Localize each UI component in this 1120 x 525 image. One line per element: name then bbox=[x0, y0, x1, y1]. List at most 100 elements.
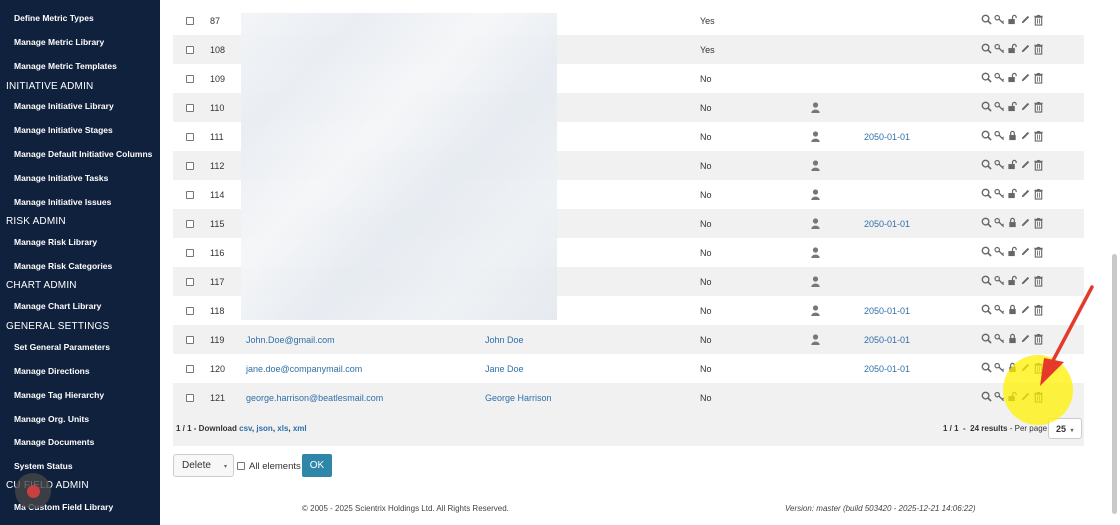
sidebar-item-manage-default-initiative-columns[interactable]: Manage Default Initiative Columns bbox=[14, 149, 152, 159]
sidebar-item-manage-initiative-library[interactable]: Manage Initiative Library bbox=[14, 101, 114, 111]
trash-icon[interactable] bbox=[1033, 217, 1045, 229]
sidebar-item-manage-initiative-tasks[interactable]: Manage Initiative Tasks bbox=[14, 173, 108, 183]
lock-icon[interactable] bbox=[1007, 43, 1019, 55]
row-checkbox[interactable] bbox=[186, 133, 194, 141]
row-checkbox[interactable] bbox=[186, 104, 194, 112]
row-checkbox[interactable] bbox=[186, 307, 194, 315]
edit-icon[interactable] bbox=[1020, 188, 1032, 200]
key-icon[interactable] bbox=[994, 246, 1006, 258]
key-icon[interactable] bbox=[994, 14, 1006, 26]
scrollbar[interactable] bbox=[1112, 254, 1117, 514]
sidebar-item-system-status[interactable]: System Status bbox=[14, 461, 73, 471]
row-date-link[interactable]: 2050-01-01 bbox=[864, 306, 910, 316]
edit-icon[interactable] bbox=[1020, 101, 1032, 113]
row-name-link[interactable]: Jane Doe bbox=[485, 364, 524, 374]
all-elements-checkbox[interactable] bbox=[237, 462, 245, 470]
lock-icon[interactable] bbox=[1007, 14, 1019, 26]
key-icon[interactable] bbox=[994, 304, 1006, 316]
search-icon[interactable] bbox=[981, 14, 993, 26]
download-xml-link[interactable]: xml bbox=[293, 424, 307, 433]
row-date-link[interactable]: 2050-01-01 bbox=[864, 132, 910, 142]
sidebar-item-manage-metric-templates[interactable]: Manage Metric Templates bbox=[14, 61, 117, 71]
edit-icon[interactable] bbox=[1020, 130, 1032, 142]
ok-button[interactable]: OK bbox=[302, 454, 332, 477]
key-icon[interactable] bbox=[994, 362, 1006, 374]
sidebar-item-manage-chart-library[interactable]: Manage Chart Library bbox=[14, 301, 101, 311]
row-checkbox[interactable] bbox=[186, 46, 194, 54]
row-checkbox[interactable] bbox=[186, 394, 194, 402]
key-icon[interactable] bbox=[994, 130, 1006, 142]
search-icon[interactable] bbox=[981, 72, 993, 84]
search-icon[interactable] bbox=[981, 246, 993, 258]
edit-icon[interactable] bbox=[1020, 72, 1032, 84]
search-icon[interactable] bbox=[981, 275, 993, 287]
sidebar-item-manage-metric-library[interactable]: Manage Metric Library bbox=[14, 37, 104, 47]
sidebar-item-manage-org-units[interactable]: Manage Org. Units bbox=[14, 414, 89, 424]
lock-icon[interactable] bbox=[1007, 130, 1019, 142]
row-checkbox[interactable] bbox=[186, 220, 194, 228]
row-date-link[interactable]: 2050-01-01 bbox=[864, 364, 910, 374]
row-checkbox[interactable] bbox=[186, 75, 194, 83]
sidebar-item-manage-documents[interactable]: Manage Documents bbox=[14, 437, 94, 447]
edit-icon[interactable] bbox=[1020, 14, 1032, 26]
edit-icon[interactable] bbox=[1020, 217, 1032, 229]
key-icon[interactable] bbox=[994, 101, 1006, 113]
search-icon[interactable] bbox=[981, 362, 993, 374]
row-date-link[interactable]: 2050-01-01 bbox=[864, 335, 910, 345]
key-icon[interactable] bbox=[994, 333, 1006, 345]
row-email-link[interactable]: John.Doe@gmail.com bbox=[246, 335, 335, 345]
download-csv-link[interactable]: csv bbox=[239, 424, 252, 433]
trash-icon[interactable] bbox=[1033, 130, 1045, 142]
trash-icon[interactable] bbox=[1033, 159, 1045, 171]
search-icon[interactable] bbox=[981, 159, 993, 171]
sidebar-item-manage-risk-library[interactable]: Manage Risk Library bbox=[14, 237, 97, 247]
lock-icon[interactable] bbox=[1007, 304, 1019, 316]
sidebar-item-manage-initiative-stages[interactable]: Manage Initiative Stages bbox=[14, 125, 113, 135]
search-icon[interactable] bbox=[981, 304, 993, 316]
key-icon[interactable] bbox=[994, 72, 1006, 84]
row-name-link[interactable]: George Harrison bbox=[485, 393, 552, 403]
key-icon[interactable] bbox=[994, 159, 1006, 171]
trash-icon[interactable] bbox=[1033, 188, 1045, 200]
row-checkbox[interactable] bbox=[186, 249, 194, 257]
lock-icon[interactable] bbox=[1007, 275, 1019, 287]
search-icon[interactable] bbox=[981, 217, 993, 229]
row-checkbox[interactable] bbox=[186, 336, 194, 344]
trash-icon[interactable] bbox=[1033, 43, 1045, 55]
lock-icon[interactable] bbox=[1007, 72, 1019, 84]
key-icon[interactable] bbox=[994, 43, 1006, 55]
sidebar-item-manage-directions[interactable]: Manage Directions bbox=[14, 366, 90, 376]
edit-icon[interactable] bbox=[1020, 159, 1032, 171]
row-name-link[interactable]: John Doe bbox=[485, 335, 524, 345]
key-icon[interactable] bbox=[994, 275, 1006, 287]
row-checkbox[interactable] bbox=[186, 162, 194, 170]
search-icon[interactable] bbox=[981, 188, 993, 200]
row-checkbox[interactable] bbox=[186, 191, 194, 199]
trash-icon[interactable] bbox=[1033, 14, 1045, 26]
sidebar-item-manage-tag-hierarchy[interactable]: Manage Tag Hierarchy bbox=[14, 390, 104, 400]
row-checkbox[interactable] bbox=[186, 365, 194, 373]
lock-icon[interactable] bbox=[1007, 101, 1019, 113]
search-icon[interactable] bbox=[981, 130, 993, 142]
sidebar-item-manage-risk-categories[interactable]: Manage Risk Categories bbox=[14, 261, 112, 271]
search-icon[interactable] bbox=[981, 43, 993, 55]
search-icon[interactable] bbox=[981, 333, 993, 345]
lock-icon[interactable] bbox=[1007, 159, 1019, 171]
download-xls-link[interactable]: xls bbox=[277, 424, 288, 433]
trash-icon[interactable] bbox=[1033, 246, 1045, 258]
key-icon[interactable] bbox=[994, 217, 1006, 229]
lock-icon[interactable] bbox=[1007, 333, 1019, 345]
download-json-link[interactable]: json bbox=[256, 424, 272, 433]
edit-icon[interactable] bbox=[1020, 43, 1032, 55]
edit-icon[interactable] bbox=[1020, 246, 1032, 258]
row-checkbox[interactable] bbox=[186, 278, 194, 286]
key-icon[interactable] bbox=[994, 188, 1006, 200]
lock-icon[interactable] bbox=[1007, 188, 1019, 200]
sidebar-item-define-metric-types[interactable]: Define Metric Types bbox=[14, 13, 94, 23]
lock-icon[interactable] bbox=[1007, 217, 1019, 229]
sidebar-item-manage-initiative-issues[interactable]: Manage Initiative Issues bbox=[14, 197, 111, 207]
row-email-link[interactable]: george.harrison@beatlesmail.com bbox=[246, 393, 383, 403]
lock-icon[interactable] bbox=[1007, 246, 1019, 258]
trash-icon[interactable] bbox=[1033, 101, 1045, 113]
row-email-link[interactable]: jane.doe@companymail.com bbox=[246, 364, 362, 374]
